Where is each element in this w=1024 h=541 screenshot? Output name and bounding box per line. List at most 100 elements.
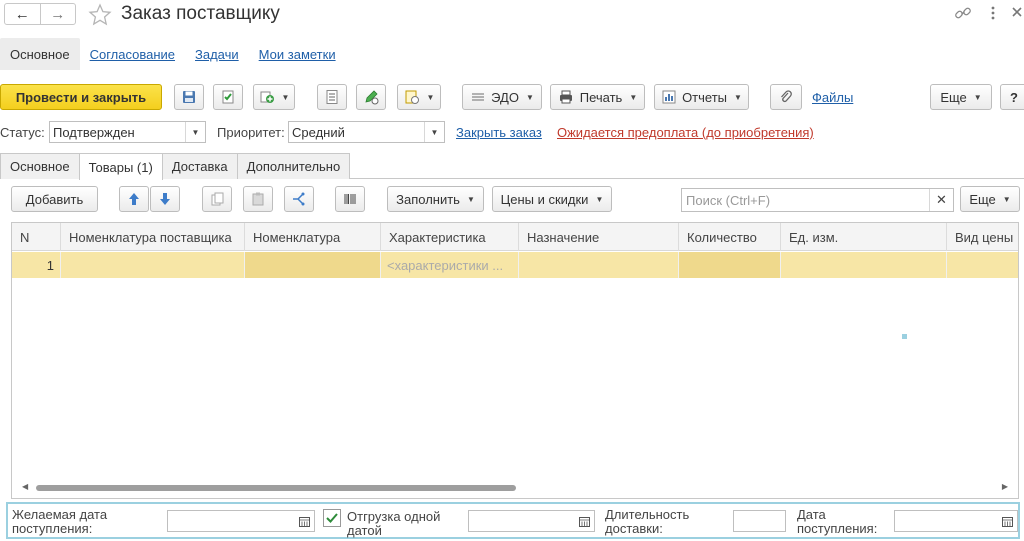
search-box: ✕ xyxy=(681,188,954,212)
reports-button[interactable]: Отчеты ▼ xyxy=(654,84,749,110)
paste-icon xyxy=(252,192,264,206)
attach-button[interactable] xyxy=(770,84,802,110)
move-up-button[interactable] xyxy=(119,186,149,212)
priority-label: Приоритет: xyxy=(217,125,285,140)
tab-additional[interactable]: Дополнительно xyxy=(236,153,351,179)
prepayment-link[interactable]: Ожидается предоплата (до приобретения) xyxy=(557,125,814,140)
scrollbar-thumb[interactable] xyxy=(36,485,516,491)
priority-select[interactable]: Средний ▼ xyxy=(288,121,445,143)
scroll-right-icon[interactable]: ▶ xyxy=(1002,482,1008,491)
shipment-date-field[interactable] xyxy=(468,510,595,532)
desired-date-field[interactable] xyxy=(167,510,315,532)
nomenclature-cell[interactable] xyxy=(245,252,381,278)
column-header[interactable]: Количество xyxy=(679,223,781,251)
create-based-on-button[interactable]: ▼ xyxy=(253,84,295,110)
column-header[interactable]: Характеристика xyxy=(381,223,519,251)
duration-label: Длительность доставки: xyxy=(605,508,690,536)
related-documents-button[interactable]: ▼ xyxy=(397,84,441,110)
fill-button[interactable]: Заполнить ▼ xyxy=(387,186,484,212)
tab-delivery[interactable]: Доставка xyxy=(161,153,238,179)
column-header[interactable]: Ед. изм. xyxy=(781,223,947,251)
table-more-label: Еще xyxy=(969,191,996,207)
create-based-icon xyxy=(260,91,274,103)
move-down-button[interactable] xyxy=(150,186,180,212)
split-icon xyxy=(293,192,305,206)
receipt-date-field[interactable] xyxy=(894,510,1018,532)
copy-button[interactable] xyxy=(202,186,232,212)
post-and-close-button[interactable]: Провести и закрыть xyxy=(0,84,162,110)
table-more-button[interactable]: Еще ▼ xyxy=(960,186,1020,212)
post-button[interactable] xyxy=(213,84,243,110)
edit-history-button[interactable] xyxy=(356,84,386,110)
forward-icon[interactable]: → xyxy=(39,4,76,24)
more-vertical-icon[interactable] xyxy=(988,5,998,21)
chevron-down-icon: ▼ xyxy=(466,194,475,204)
quantity-cell[interactable] xyxy=(679,252,781,278)
column-header[interactable]: Номенклатура поставщика xyxy=(61,223,245,251)
checkmark-icon xyxy=(326,513,338,523)
goods-table: N Номенклатура поставщика Номенклатура Х… xyxy=(11,222,1019,499)
form-tab-approval[interactable]: Согласование xyxy=(80,38,185,70)
form-tab-main[interactable]: Основное xyxy=(0,38,80,70)
form-tab-tasks[interactable]: Задачи xyxy=(185,38,249,70)
chevron-down-icon: ▼ xyxy=(629,92,638,102)
column-header[interactable]: N xyxy=(12,223,61,251)
favorite-star-icon[interactable] xyxy=(88,3,112,27)
purpose-cell[interactable] xyxy=(519,252,679,278)
status-select[interactable]: Подтвержден ▼ xyxy=(49,121,206,143)
more-button[interactable]: Еще ▼ xyxy=(930,84,992,110)
back-icon[interactable]: ← xyxy=(5,4,40,24)
tab-main[interactable]: Основное xyxy=(0,153,80,179)
clear-icon[interactable]: ✕ xyxy=(929,189,953,211)
one-date-label: Отгрузка одной датой xyxy=(347,510,441,538)
save-icon xyxy=(183,91,195,103)
calendar-icon[interactable] xyxy=(997,511,1017,531)
one-date-checkbox[interactable] xyxy=(323,509,341,527)
column-header[interactable]: Номенклатура xyxy=(245,223,381,251)
pencil-clock-icon xyxy=(365,90,379,105)
unit-cell[interactable] xyxy=(781,252,947,278)
link-icon[interactable] xyxy=(954,4,972,22)
chevron-down-icon: ▼ xyxy=(734,92,742,102)
chevron-down-icon: ▼ xyxy=(525,92,534,102)
calendar-icon[interactable] xyxy=(574,511,594,531)
delivery-panel: Желаемая дата поступления: Отгрузка одно… xyxy=(6,502,1020,539)
edo-button[interactable]: ЭДО ▼ xyxy=(462,84,542,110)
tab-goods[interactable]: Товары (1) xyxy=(78,153,163,180)
row-number-cell[interactable]: 1 xyxy=(12,252,61,278)
chevron-down-icon: ▼ xyxy=(595,194,604,204)
form-tab-notes[interactable]: Мои заметки xyxy=(249,38,346,70)
print-button[interactable]: Печать ▼ xyxy=(550,84,645,110)
close-icon[interactable] xyxy=(1010,5,1024,19)
price-type-cell[interactable] xyxy=(947,252,1018,278)
edo-icon xyxy=(472,93,485,101)
scroll-left-icon[interactable]: ◀ xyxy=(22,482,28,491)
chevron-down-icon[interactable]: ▼ xyxy=(424,122,444,142)
column-header[interactable]: Назначение xyxy=(519,223,679,251)
calendar-icon[interactable] xyxy=(294,511,314,531)
barcode-button[interactable] xyxy=(335,186,365,212)
related-documents-icon xyxy=(405,90,419,104)
files-link[interactable]: Файлы xyxy=(812,90,853,105)
print-label: Печать xyxy=(579,89,623,105)
characteristic-cell[interactable]: <характеристики ... xyxy=(381,252,519,278)
save-button[interactable] xyxy=(174,84,204,110)
column-header[interactable]: Вид цены xyxy=(947,223,1018,251)
search-input[interactable] xyxy=(682,189,927,211)
horizontal-scrollbar[interactable]: ◀ ▶ xyxy=(12,482,1018,492)
prices-discounts-button[interactable]: Цены и скидки ▼ xyxy=(492,186,612,212)
split-line-button[interactable] xyxy=(284,186,314,212)
help-button[interactable]: ? xyxy=(1000,84,1024,110)
supplier-nomenclature-cell[interactable] xyxy=(61,252,245,278)
chevron-down-icon: ▼ xyxy=(426,92,435,102)
journal-button[interactable] xyxy=(317,84,347,110)
table-row[interactable]: 1 <характеристики ... xyxy=(12,252,1018,278)
chevron-down-icon[interactable]: ▼ xyxy=(185,122,205,142)
top-bar: ← → Заказ поставщику xyxy=(0,0,1024,30)
paste-button[interactable] xyxy=(243,186,273,212)
close-order-link[interactable]: Закрыть заказ xyxy=(456,125,542,140)
duration-field[interactable] xyxy=(733,510,786,532)
history-nav: ← → xyxy=(4,3,76,25)
add-button[interactable]: Добавить xyxy=(11,186,98,212)
paperclip-icon xyxy=(781,90,792,103)
